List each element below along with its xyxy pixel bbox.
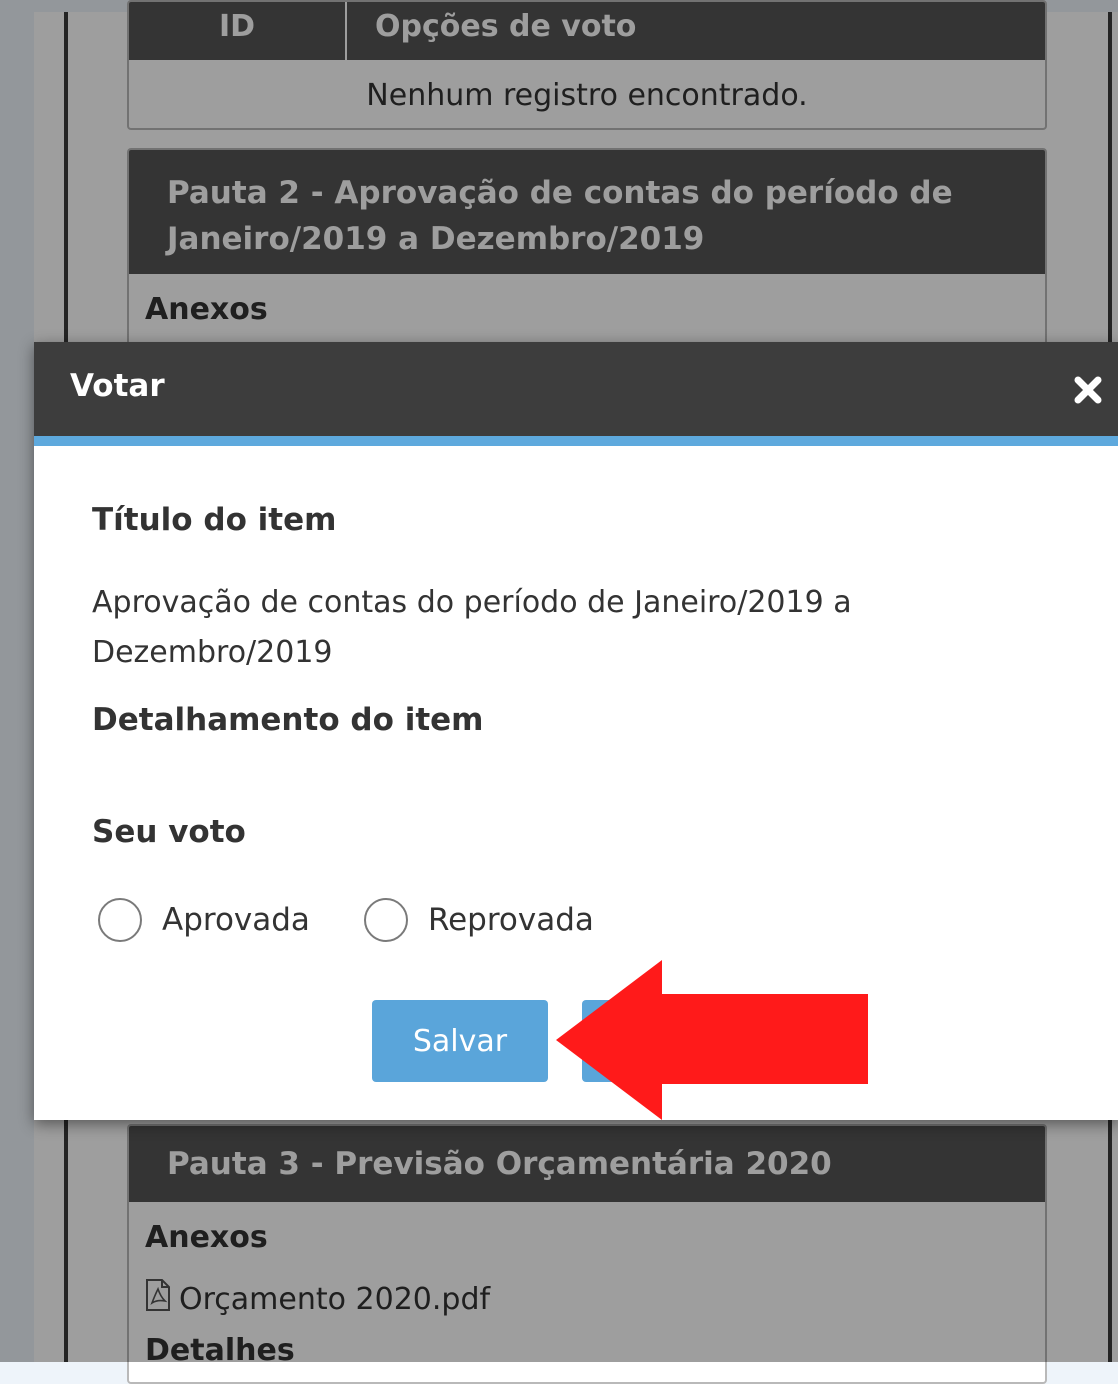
item-title-label: Título do item — [92, 502, 337, 538]
modal-header: Votar — [34, 342, 1118, 446]
radio-button-aprovada[interactable] — [98, 898, 142, 942]
save-button[interactable]: Salvar — [372, 1000, 548, 1082]
vote-modal: Votar Título do item Aprovação de contas… — [34, 342, 1118, 1120]
close-icon — [1074, 376, 1102, 404]
radio-button-reprovada[interactable] — [363, 898, 408, 942]
close-button[interactable] — [1068, 364, 1108, 414]
modal-title: Votar — [70, 368, 165, 404]
secondary-button[interactable] — [582, 1000, 682, 1082]
radio-label-aprovada[interactable]: Aprovada — [162, 902, 310, 938]
vote-radio-group: Aprovada Reprovada — [98, 898, 648, 942]
item-detail-label: Detalhamento do item — [92, 702, 484, 738]
item-title-value: Aprovação de contas do período de Janeir… — [92, 585, 852, 670]
radio-option-aprovada[interactable]: Aprovada — [98, 898, 310, 942]
radio-option-reprovada[interactable]: Reprovada — [363, 898, 594, 942]
vote-label: Seu voto — [92, 814, 246, 850]
radio-label-reprovada[interactable]: Reprovada — [428, 902, 594, 938]
